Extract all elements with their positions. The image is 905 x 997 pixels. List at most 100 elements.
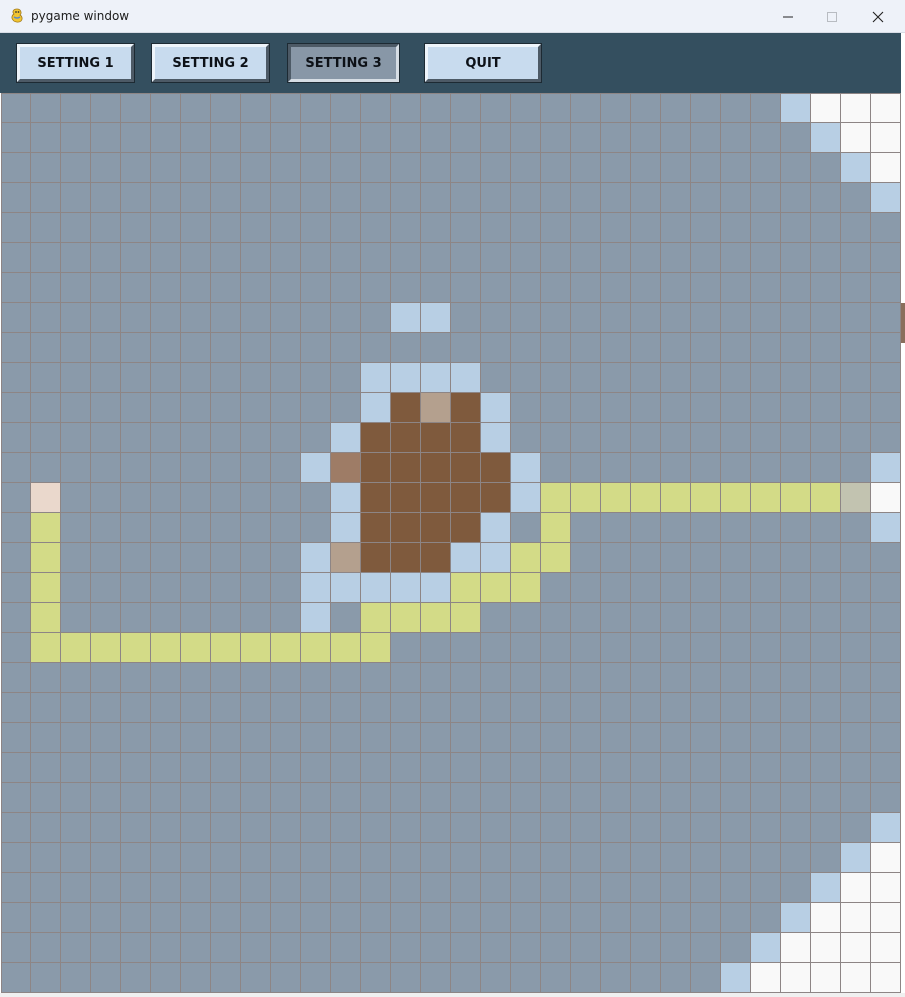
grid-cell[interactable] [661,243,691,273]
grid-cell[interactable] [751,903,781,933]
grid-cell[interactable] [241,423,271,453]
grid-cell[interactable] [1,753,31,783]
grid-cell[interactable] [421,813,451,843]
grid-cell[interactable] [631,93,661,123]
grid-cell[interactable] [601,153,631,183]
grid-cell[interactable] [541,573,571,603]
grid-cell[interactable] [61,483,91,513]
grid-cell[interactable] [751,513,781,543]
grid-cell[interactable] [691,783,721,813]
grid-cell[interactable] [781,603,811,633]
grid-cell[interactable] [451,783,481,813]
grid-cell[interactable] [631,813,661,843]
grid-cell[interactable] [481,843,511,873]
grid-cell[interactable] [601,873,631,903]
grid-cell[interactable] [721,273,751,303]
grid-cell[interactable] [481,183,511,213]
grid-cell[interactable] [451,663,481,693]
grid-cell[interactable] [31,753,61,783]
grid-cell[interactable] [661,513,691,543]
grid-cell[interactable] [211,843,241,873]
grid-cell[interactable] [271,393,301,423]
grid-cell[interactable] [511,213,541,243]
grid-cell[interactable] [721,933,751,963]
grid-cell[interactable] [721,903,751,933]
grid-cell[interactable] [121,963,151,993]
grid-cell[interactable] [181,423,211,453]
grid-cell[interactable] [841,423,871,453]
grid-cell[interactable] [511,873,541,903]
grid-cell[interactable] [601,693,631,723]
grid-cell[interactable] [691,843,721,873]
grid-cell[interactable] [601,933,631,963]
grid-cell[interactable] [151,873,181,903]
grid-cell[interactable] [841,543,871,573]
grid-cell[interactable] [451,573,481,603]
grid-cell[interactable] [751,393,781,423]
grid-cell[interactable] [361,843,391,873]
grid-cell[interactable] [361,783,391,813]
grid-cell[interactable] [541,93,571,123]
grid-cell[interactable] [781,933,811,963]
grid-cell[interactable] [721,873,751,903]
grid-cell[interactable] [631,633,661,663]
grid-cell[interactable] [421,453,451,483]
grid-cell[interactable] [841,873,871,903]
grid-cell[interactable] [331,603,361,633]
grid-cell[interactable] [331,513,361,543]
grid-cell[interactable] [271,723,301,753]
grid-cell[interactable] [91,963,121,993]
grid-cell[interactable] [841,633,871,663]
grid-cell[interactable] [691,123,721,153]
grid-cell[interactable] [31,543,61,573]
grid-cell[interactable] [751,603,781,633]
grid-cell[interactable] [571,903,601,933]
grid-cell[interactable] [571,573,601,603]
grid-cell[interactable] [1,243,31,273]
grid-cell[interactable] [691,933,721,963]
grid-cell[interactable] [421,153,451,183]
grid-cell[interactable] [871,393,901,423]
grid-cell[interactable] [331,423,361,453]
grid-cell[interactable] [811,273,841,303]
grid-cell[interactable] [31,843,61,873]
grid-cell[interactable] [661,903,691,933]
grid-cell[interactable] [1,543,31,573]
grid-cell[interactable] [751,843,781,873]
grid-cell[interactable] [31,603,61,633]
grid-cell[interactable] [481,363,511,393]
grid-cell[interactable] [271,123,301,153]
grid-cell[interactable] [631,843,661,873]
grid-cell[interactable] [451,603,481,633]
grid-cell[interactable] [451,873,481,903]
grid-cell[interactable] [481,273,511,303]
grid-cell[interactable] [1,693,31,723]
grid-cell[interactable] [211,543,241,573]
grid-cell[interactable] [301,783,331,813]
grid-cell[interactable] [151,903,181,933]
grid-cell[interactable] [631,663,661,693]
grid-cell[interactable] [61,753,91,783]
grid-cell[interactable] [661,393,691,423]
grid-cell[interactable] [571,873,601,903]
grid-cell[interactable] [271,963,301,993]
grid-cell[interactable] [841,783,871,813]
grid-cell[interactable] [691,393,721,423]
grid-cell[interactable] [811,753,841,783]
grid-cell[interactable] [511,633,541,663]
grid-cell[interactable] [751,663,781,693]
grid-cell[interactable] [571,393,601,423]
grid-cell[interactable] [331,843,361,873]
grid-cell[interactable] [1,813,31,843]
grid-cell[interactable] [211,813,241,843]
grid-cell[interactable] [601,273,631,303]
grid-cell[interactable] [871,543,901,573]
grid-cell[interactable] [841,603,871,633]
grid-cell[interactable] [91,303,121,333]
grid-cell[interactable] [181,243,211,273]
grid-cell[interactable] [541,903,571,933]
grid-cell[interactable] [181,633,211,663]
grid-cell[interactable] [391,933,421,963]
grid-cell[interactable] [241,213,271,243]
grid-cell[interactable] [241,723,271,753]
